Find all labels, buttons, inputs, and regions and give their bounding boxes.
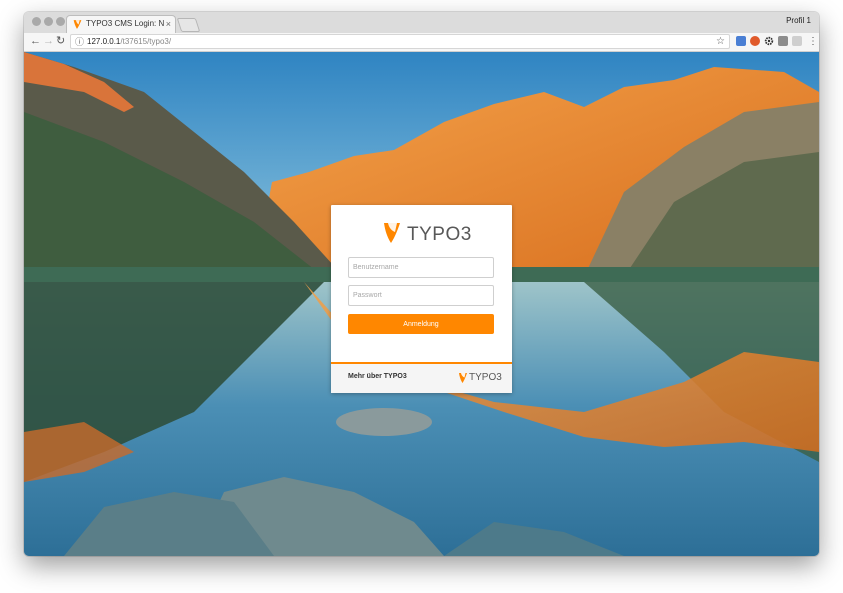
back-arrow-icon[interactable]: ← [30,34,41,49]
extension-icon[interactable] [750,36,760,46]
extension-icon[interactable] [778,36,788,46]
footer-brand-name: TYPO3 [469,372,502,383]
browser-toolbar: ← → ↻ ⓘ 127.0.0.1/t37615/typo3/ ☆ ⋮ [24,33,819,52]
typo3-favicon-icon [73,20,82,29]
minimize-window-button[interactable] [44,17,53,26]
forward-arrow-icon[interactable]: → [43,34,54,49]
reload-icon[interactable]: ↻ [56,34,65,49]
info-icon[interactable]: ⓘ [75,36,84,48]
page-viewport: TYPO3 Anmeldung Mehr über TYPO3 TYPO3 [24,52,819,556]
menu-icon[interactable]: ⋮ [808,34,818,49]
login-button[interactable]: Anmeldung [348,314,494,334]
profile-button[interactable]: Profil 1 [786,16,811,25]
tab-strip: TYPO3 CMS Login: New TYPO3 × Profil 1 [24,12,819,34]
typo3-logo-icon [459,373,467,383]
more-about-typo3-link[interactable]: Mehr über TYPO3 [348,373,407,380]
address-bar[interactable]: ⓘ 127.0.0.1/t37615/typo3/ ☆ [70,34,730,49]
browser-tab[interactable]: TYPO3 CMS Login: New TYPO3 × [66,15,176,34]
url-text: 127.0.0.1/t37615/typo3/ [87,37,171,46]
password-input[interactable] [348,285,494,306]
login-panel: TYPO3 Anmeldung Mehr über TYPO3 TYPO3 [331,205,512,393]
zoom-window-button[interactable] [56,17,65,26]
tab-title: TYPO3 CMS Login: New TYPO3 [86,19,164,28]
url-host: 127.0.0.1 [87,37,121,46]
new-tab-button[interactable] [176,18,201,32]
typo3-logo-icon [384,223,400,243]
star-icon[interactable]: ☆ [716,35,725,48]
browser-window: TYPO3 CMS Login: New TYPO3 × Profil 1 ← … [24,12,819,556]
extension-icon[interactable] [736,36,746,46]
close-icon[interactable]: × [166,18,171,30]
username-input[interactable] [348,257,494,278]
login-footer: Mehr über TYPO3 TYPO3 [331,362,512,393]
extension-icon[interactable] [792,36,802,46]
gear-icon[interactable] [764,36,774,46]
brand-name: TYPO3 [407,224,472,245]
close-window-button[interactable] [32,17,41,26]
url-path: /t37615/typo3/ [120,37,172,46]
